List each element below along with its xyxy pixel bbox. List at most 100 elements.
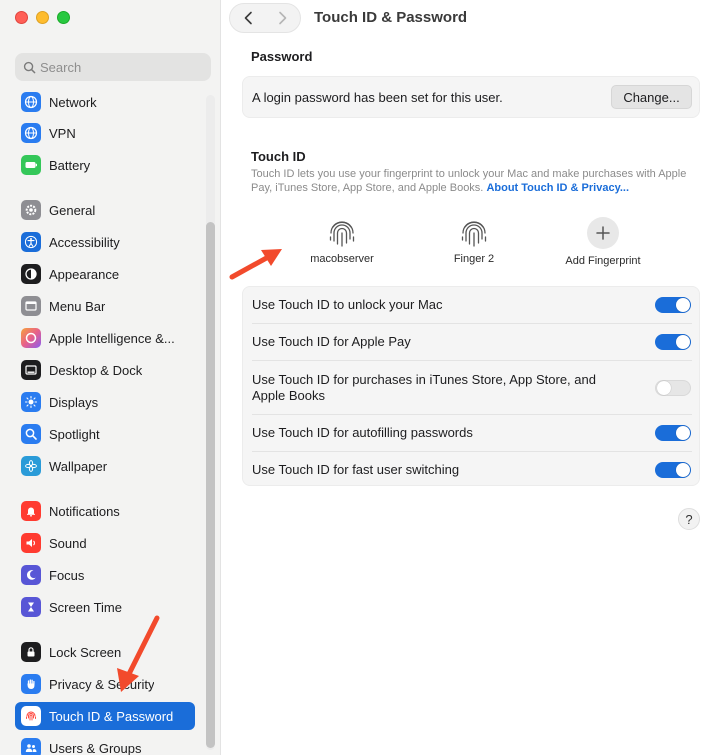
annotation-arrow-icon (117, 615, 160, 692)
sidebar-scrollbar-thumb[interactable] (206, 222, 215, 748)
fast-user-switching-toggle[interactable] (655, 462, 691, 478)
help-button[interactable]: ? (678, 508, 700, 530)
fingerprint-icon (329, 221, 355, 247)
about-touchid-privacy-link[interactable]: About Touch ID & Privacy... (486, 182, 629, 194)
bell-icon (21, 501, 41, 521)
sidebar-item-vpn[interactable]: VPN (15, 119, 195, 147)
sidebar-item-appearance[interactable]: Appearance (15, 260, 195, 288)
option-label: Use Touch ID for purchases in iTunes Sto… (252, 371, 596, 403)
sidebar: Network VPN Battery General Accessibilit… (0, 0, 221, 755)
annotation-arrow-icon (229, 249, 282, 280)
sidebar-item-label: Displays (49, 394, 99, 410)
fingerprint-icon (21, 706, 41, 726)
sidebar-item-spotlight[interactable]: Spotlight (15, 420, 195, 448)
sidebar-item-label: Accessibility (49, 234, 120, 250)
sidebar-item-apple-intelligence[interactable]: Apple Intelligence &... (15, 324, 195, 352)
option-row-unlock-mac: Use Touch ID to unlock your Mac (243, 287, 701, 323)
back-button[interactable] (230, 4, 265, 32)
main-pane: Touch ID & Password Password A login pas… (221, 0, 714, 755)
sidebar-item-label: Touch ID & Password (49, 708, 174, 724)
sidebar-item-label: Sound (49, 535, 87, 551)
touchid-description: Touch ID lets you use your fingerprint t… (251, 167, 701, 195)
sidebar-item-label: Battery (49, 157, 91, 173)
sidebar-item-focus[interactable]: Focus (15, 561, 195, 589)
option-row-apple-pay: Use Touch ID for Apple Pay (243, 324, 701, 360)
menubar-icon (21, 296, 41, 316)
change-password-button[interactable]: Change... (611, 85, 692, 109)
users-icon (21, 738, 41, 755)
option-label: Use Touch ID for autofilling passwords (252, 425, 473, 440)
gear-icon (21, 200, 41, 220)
hourglass-icon (21, 597, 41, 617)
sidebar-scrollbar[interactable] (206, 95, 215, 750)
fingerprint-item[interactable]: Finger 2 (414, 215, 534, 265)
zoom-window-button[interactable] (57, 11, 70, 24)
add-fingerprint-button[interactable]: Add Fingerprint (543, 215, 663, 267)
sidebar-item-accessibility[interactable]: Accessibility (15, 228, 195, 256)
sidebar-item-notifications[interactable]: Notifications (15, 497, 195, 525)
search-icon (23, 61, 36, 73)
apple-pay-toggle[interactable] (655, 334, 691, 350)
sidebar-item-label: Spotlight (49, 426, 100, 442)
fingerprint-label: Finger 2 (453, 253, 495, 265)
minimize-window-button[interactable] (36, 11, 49, 24)
search-field[interactable] (15, 53, 211, 81)
apple-intelligence-icon (21, 328, 41, 348)
autofill-toggle[interactable] (655, 425, 691, 441)
sidebar-item-network[interactable]: Network (15, 88, 195, 116)
sidebar-item-battery[interactable]: Battery (15, 151, 195, 179)
chevron-left-icon (244, 11, 252, 25)
sidebar-item-label: Screen Time (49, 599, 122, 615)
password-heading: Password (251, 49, 313, 64)
navigation-buttons (229, 3, 301, 33)
sidebar-item-label: Notifications (49, 503, 120, 519)
touchid-options-card: Use Touch ID to unlock your Mac Use Touc… (242, 286, 700, 486)
sidebar-item-sound[interactable]: Sound (15, 529, 195, 557)
globe-icon (21, 123, 41, 143)
password-card: A login password has been set for this u… (242, 76, 700, 118)
sidebar-item-users-groups[interactable]: Users & Groups (15, 734, 195, 755)
magnifier-icon (21, 424, 41, 444)
sidebar-item-general[interactable]: General (15, 196, 195, 224)
sun-icon (21, 392, 41, 412)
purchases-toggle[interactable] (655, 379, 691, 396)
option-row-fast-user-switching: Use Touch ID for fast user switching (243, 452, 701, 488)
option-row-autofill: Use Touch ID for autofilling passwords (243, 415, 701, 451)
password-status-text: A login password has been set for this u… (252, 90, 503, 105)
forward-button[interactable] (265, 4, 300, 32)
option-row-purchases: Use Touch ID for purchases in iTunes Sto… (243, 361, 701, 414)
touchid-heading: Touch ID (251, 149, 306, 164)
accessibility-icon (21, 232, 41, 252)
fingerprint-item[interactable]: macobserver (282, 215, 402, 265)
sidebar-item-lock-screen[interactable]: Lock Screen (15, 638, 195, 666)
sidebar-item-label: Desktop & Dock (49, 362, 143, 378)
sidebar-item-label: General (49, 202, 96, 218)
lock-icon (21, 642, 41, 662)
sidebar-item-label: Users & Groups (49, 740, 142, 755)
sidebar-item-desktop-dock[interactable]: Desktop & Dock (15, 356, 195, 384)
globe-icon (21, 92, 41, 112)
sidebar-item-screen-time[interactable]: Screen Time (15, 593, 195, 621)
flower-icon (21, 456, 41, 476)
sidebar-item-wallpaper[interactable]: Wallpaper (15, 452, 195, 480)
sidebar-item-privacy-security[interactable]: Privacy & Security (15, 670, 195, 698)
moon-icon (21, 565, 41, 585)
unlock-mac-toggle[interactable] (655, 297, 691, 313)
hand-icon (21, 674, 41, 694)
sidebar-item-menu-bar[interactable]: Menu Bar (15, 292, 195, 320)
search-input[interactable] (40, 59, 200, 75)
close-window-button[interactable] (15, 11, 28, 24)
fingerprint-label: macobserver (310, 253, 374, 265)
window-controls (15, 11, 70, 24)
speaker-icon (21, 533, 41, 553)
add-fingerprint-label: Add Fingerprint (565, 255, 641, 267)
sidebar-item-displays[interactable]: Displays (15, 388, 195, 416)
sidebar-item-label: Menu Bar (49, 298, 106, 314)
sidebar-item-label: Appearance (49, 266, 120, 282)
option-label: Use Touch ID for fast user switching (252, 462, 460, 477)
sidebar-item-label: Focus (49, 567, 85, 583)
appearance-icon (21, 264, 41, 284)
toolbar: Touch ID & Password (221, 0, 714, 36)
sidebar-item-touch-id-password[interactable]: Touch ID & Password (15, 702, 195, 730)
sidebar-item-label: VPN (49, 125, 76, 141)
